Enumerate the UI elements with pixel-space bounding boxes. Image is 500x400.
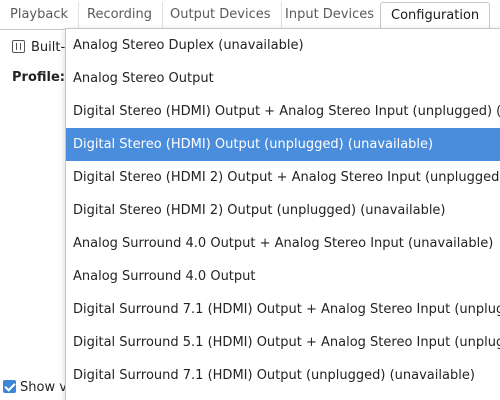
profile-label: Profile: <box>12 70 65 85</box>
pavucontrol-window: Playback Recording Output Devices Input … <box>0 0 500 400</box>
profile-option[interactable]: Analog Surround 4.0 Output <box>66 260 500 293</box>
tab-bar: Playback Recording Output Devices Input … <box>0 0 500 30</box>
tab-recording[interactable]: Recording <box>77 2 164 29</box>
profile-option[interactable]: Digital Stereo (HDMI) Output + Analog St… <box>66 95 500 128</box>
profile-dropdown-list[interactable]: Analog Stereo Duplex (unavailable) Analo… <box>65 28 500 400</box>
tab-input-devices[interactable]: Input Devices <box>275 2 386 29</box>
profile-option[interactable]: Analog Stereo Output <box>66 62 500 95</box>
profile-option[interactable]: Digital Surround 7.1 (HDMI) Output + Ana… <box>66 293 500 326</box>
profile-option[interactable]: Digital Surround 5.1 (HDMI) Output + Ana… <box>66 326 500 359</box>
profile-option[interactable]: Digital Surround 7.1 (HDMI) Output (unpl… <box>66 359 500 392</box>
card-name: Built- <box>31 40 66 55</box>
card-name-row: Built- <box>12 40 65 58</box>
profile-option[interactable]: Digital Stereo (HDMI 2) Output (unplugge… <box>66 194 500 227</box>
profile-option-selected[interactable]: Digital Stereo (HDMI) Output (unplugged)… <box>66 128 500 161</box>
profile-option[interactable]: Digital Stereo (HDMI 2) Output + Analog … <box>66 161 500 194</box>
profile-option[interactable]: Analog Stereo Duplex (unavailable) <box>66 29 500 62</box>
tab-configuration[interactable]: Configuration <box>380 2 491 30</box>
checkmark-icon[interactable] <box>3 380 16 393</box>
tab-playback[interactable]: Playback <box>0 2 80 29</box>
profile-option[interactable]: Analog Surround 4.0 Output + Analog Ster… <box>66 227 500 260</box>
tab-output-devices[interactable]: Output Devices <box>160 2 282 29</box>
sound-card-icon <box>12 40 25 53</box>
